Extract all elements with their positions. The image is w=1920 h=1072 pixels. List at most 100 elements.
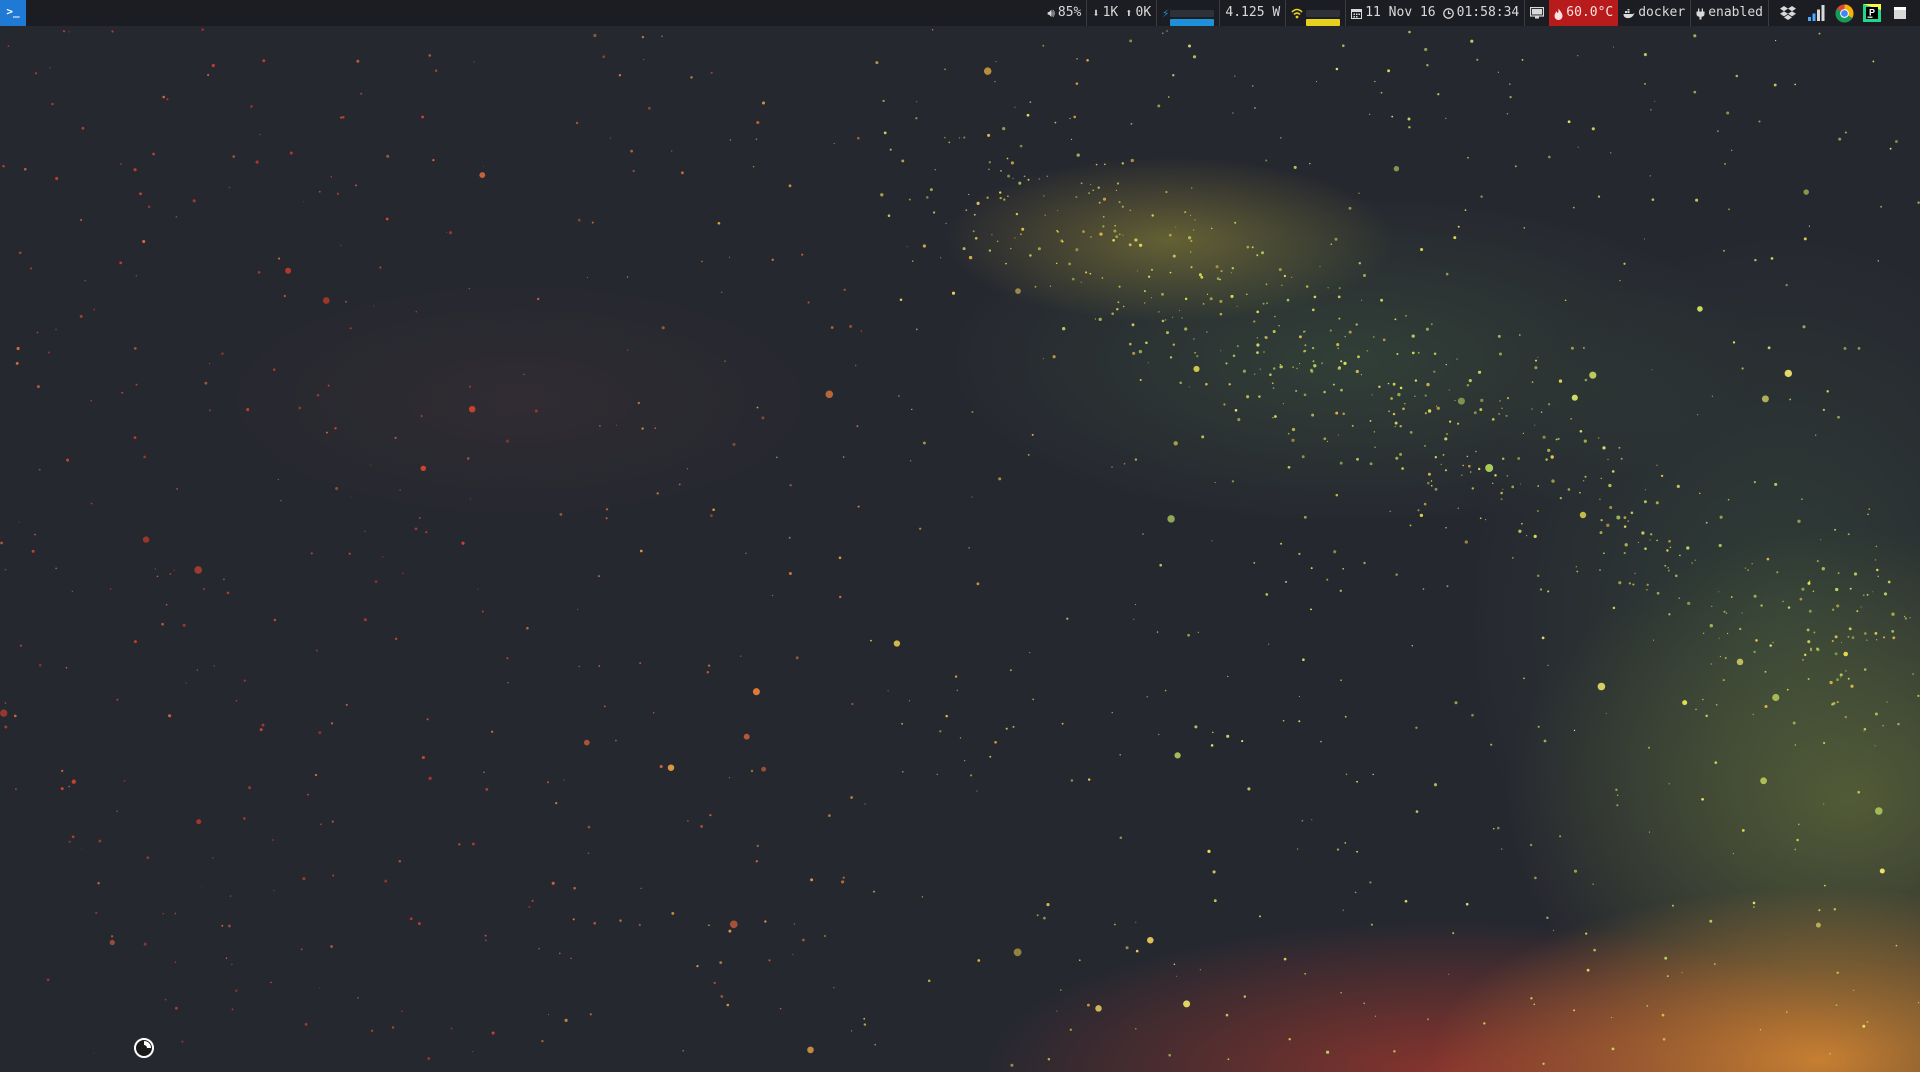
star [841, 880, 845, 884]
window-icon[interactable] [1889, 2, 1911, 24]
star [1903, 615, 1906, 618]
star [1291, 427, 1296, 432]
terminal-launcher-button[interactable]: >_ [0, 0, 26, 26]
star [728, 256, 731, 258]
calendar-icon [1351, 0, 1363, 26]
star [801, 253, 804, 256]
chrome-icon[interactable] [1833, 2, 1855, 24]
star [1836, 971, 1839, 975]
star [1753, 906, 1755, 908]
star [678, 483, 681, 486]
star [1111, 466, 1113, 468]
star [1408, 30, 1411, 34]
wifi-indicator[interactable] [1285, 0, 1345, 26]
star [1583, 439, 1587, 443]
star [1509, 83, 1511, 85]
battery-indicator[interactable]: ⚡︎ [1156, 0, 1219, 26]
star [1232, 354, 1236, 358]
star [1570, 346, 1574, 350]
star [1234, 409, 1238, 412]
star [1607, 458, 1609, 460]
star [1471, 487, 1475, 490]
star [414, 527, 418, 531]
star [609, 137, 611, 139]
star [71, 835, 75, 839]
star [116, 810, 118, 812]
star [1772, 641, 1774, 644]
status-area: 🔊︎ 85% ⬇ 1K ⬆ 0K ⚡︎ 4.125 W 11 Nov 16 01… [1042, 0, 1914, 26]
star [637, 401, 640, 405]
star [1839, 673, 1843, 677]
star [1200, 275, 1204, 279]
star [1872, 60, 1875, 63]
star [0, 709, 8, 717]
star [1523, 677, 1525, 680]
star [1641, 531, 1645, 535]
star [1166, 331, 1169, 335]
star [1303, 393, 1307, 397]
star [391, 1026, 395, 1029]
pycharm-icon[interactable]: P [1861, 2, 1883, 24]
date-indicator[interactable]: 11 Nov 16 [1345, 0, 1440, 26]
star [1879, 868, 1885, 874]
star [327, 384, 330, 387]
star [1801, 498, 1803, 500]
service-indicator[interactable]: enabled [1690, 0, 1768, 26]
star [1877, 575, 1879, 578]
star [1310, 567, 1313, 570]
star [1095, 163, 1098, 166]
star [1760, 604, 1763, 607]
star [1046, 903, 1050, 907]
star [1298, 552, 1301, 556]
star [1772, 693, 1780, 702]
star [995, 60, 997, 63]
star [1794, 83, 1796, 86]
star [201, 886, 203, 888]
star [490, 730, 494, 733]
network-download: ⬇ 1K [1086, 0, 1123, 26]
star [1617, 794, 1619, 796]
star [898, 395, 900, 397]
star [1014, 106, 1016, 108]
star [1539, 588, 1543, 591]
star [1309, 162, 1311, 165]
star [169, 573, 172, 575]
star [589, 1013, 592, 1016]
display-indicator[interactable] [1524, 0, 1549, 26]
volume-indicator[interactable]: 🔊︎ 85% [1042, 0, 1086, 26]
star [1505, 414, 1508, 417]
star [931, 28, 934, 31]
star [1333, 550, 1337, 554]
star [399, 489, 402, 491]
star [1253, 373, 1256, 375]
star [1600, 477, 1602, 480]
star [1726, 632, 1729, 635]
star [1822, 408, 1826, 412]
star [843, 288, 846, 291]
dropbox-icon[interactable] [1777, 2, 1799, 24]
star [614, 739, 617, 742]
star [1794, 744, 1796, 746]
star [1547, 664, 1549, 667]
star [133, 347, 137, 350]
signal-strength-icon[interactable] [1805, 2, 1827, 24]
star [1521, 522, 1523, 525]
star [1784, 369, 1792, 378]
star [1826, 390, 1829, 393]
star [1445, 117, 1447, 119]
star [1892, 636, 1896, 640]
star [1433, 783, 1438, 787]
desktop-wallpaper [0, 0, 1920, 1072]
star [1476, 58, 1479, 61]
star [1258, 915, 1262, 918]
star [1863, 632, 1867, 635]
star [1667, 567, 1669, 569]
star [1230, 272, 1233, 274]
star [229, 895, 232, 897]
star [1075, 248, 1079, 252]
star [1427, 409, 1432, 413]
star [661, 35, 664, 38]
clock[interactable]: 01:58:34 [1441, 0, 1525, 26]
docker-indicator[interactable]: docker [1618, 0, 1690, 26]
star [1291, 438, 1295, 442]
